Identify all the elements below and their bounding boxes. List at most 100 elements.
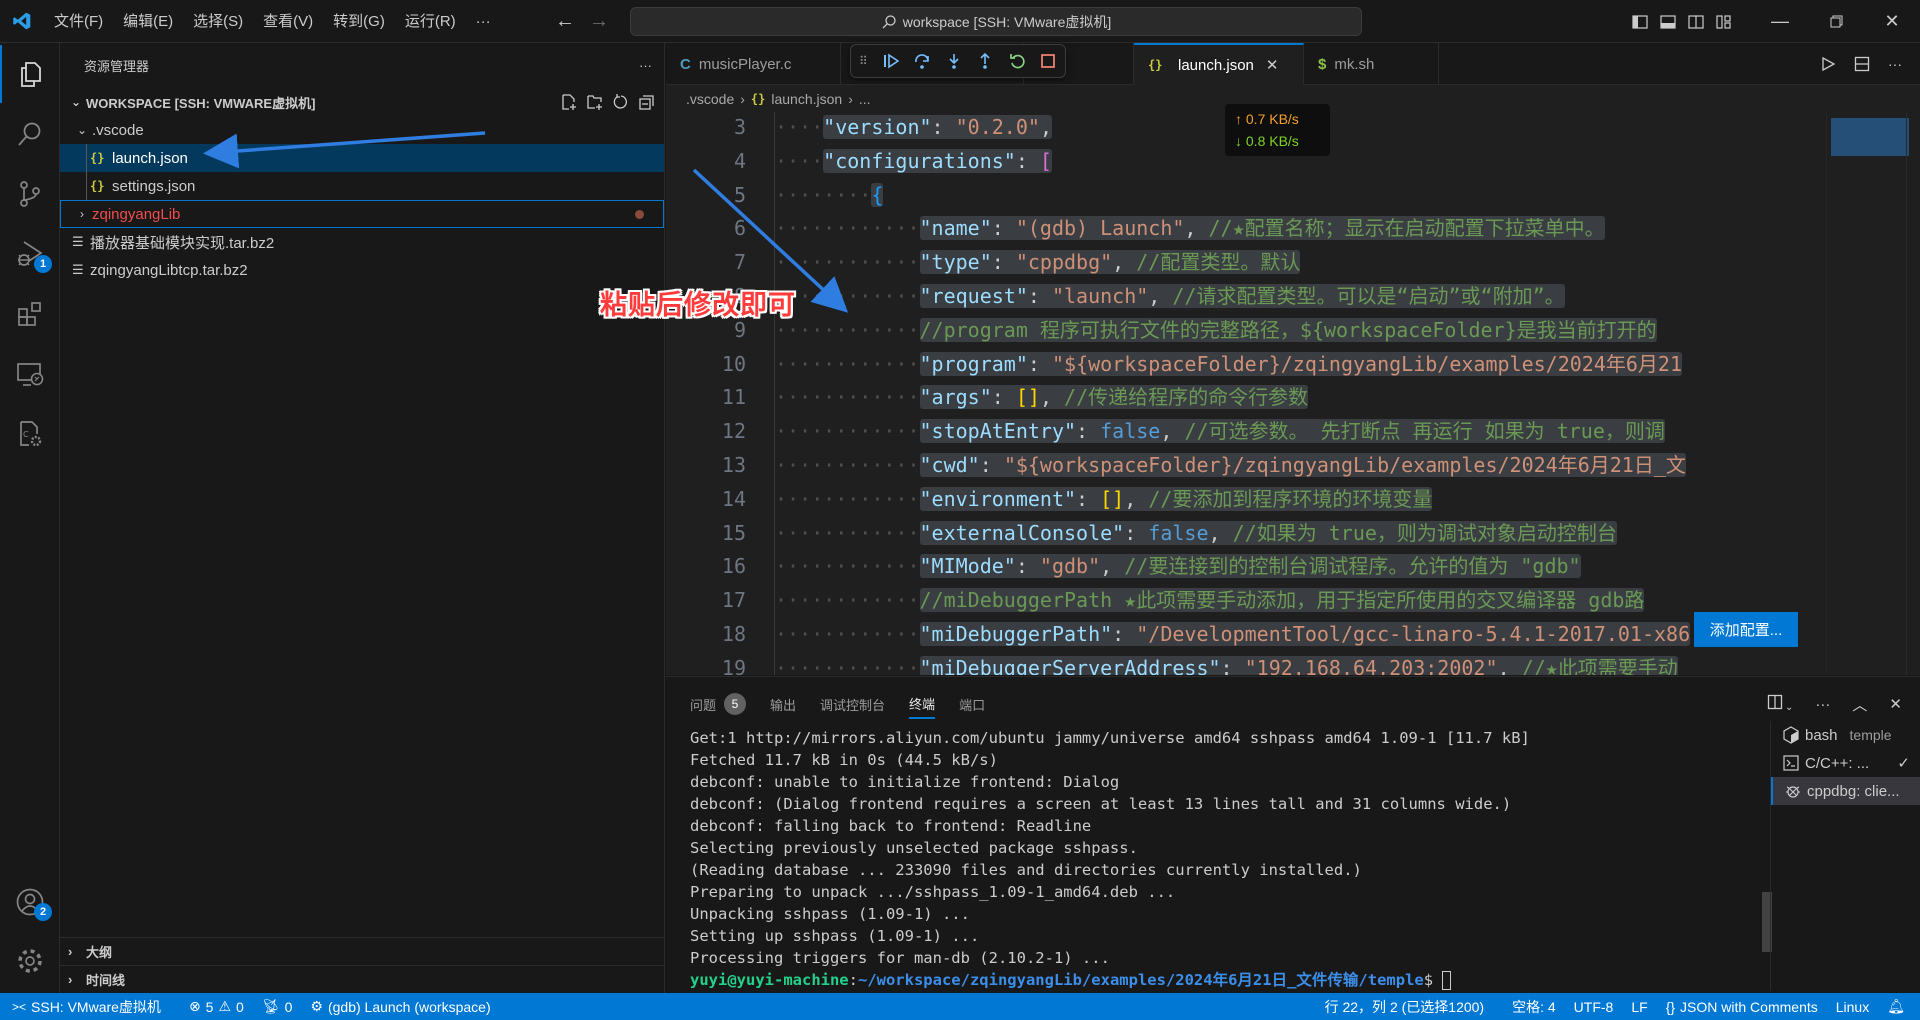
editor-scrollbar[interactable] [1906,112,1920,675]
menu-selection[interactable]: 选择(S) [183,0,253,43]
code-line[interactable]: ············"miDebuggerPath": "/Developm… [775,617,1691,651]
run-icon[interactable] [1820,56,1836,72]
breadcrumb-folder[interactable]: .vscode [686,91,734,107]
close-tab-icon[interactable]: ✕ [1266,56,1279,74]
tab-launch-json[interactable]: {} launch.json ✕ [1134,43,1304,85]
new-file-icon[interactable] [560,93,578,111]
step-into-icon[interactable] [945,52,963,70]
language-mode[interactable]: {} JSON with Comments [1657,993,1827,1020]
activity-explorer[interactable] [0,45,60,103]
terminal-prompt[interactable]: yuyi@yuyi-machine:~/workspace/zqingyangL… [690,969,1760,991]
menu-edit[interactable]: 编辑(E) [113,0,183,43]
panel-tab-debug-console[interactable]: 调试控制台 [820,689,885,719]
code-line[interactable]: ············"type": "cppdbg", //配置类型。默认 [775,245,1301,279]
tab-mk-sh[interactable]: $ mk.sh [1304,43,1439,85]
terminal-item-cppdbg[interactable]: cppdbg: clie... [1771,777,1920,805]
menu-go[interactable]: 转到(G) [323,0,395,43]
code-line[interactable]: ····"version": "0.2.0", [775,112,1052,144]
remote-indicator[interactable]: >< SSH: VMware虚拟机 [0,993,170,1020]
code-line[interactable]: ············"externalConsole": false, //… [775,516,1617,550]
maximize-panel-icon[interactable]: ︿ [1852,694,1867,715]
close-window-button[interactable]: ✕ [1864,0,1920,43]
split-editor-icon[interactable] [1854,56,1870,72]
stop-icon[interactable] [1039,52,1057,70]
restore-button[interactable] [1808,0,1864,43]
tree-file-archive[interactable]: ☰ zqingyangLibtcp.tar.bz2 [60,256,664,284]
workspace-section-header[interactable]: ⌄ WORKSPACE [SSH: VMWARE虚拟机] [60,88,664,116]
code-line[interactable]: ············"name": "(gdb) Launch", //★配… [775,211,1605,245]
customize-layout-icon[interactable] [1710,0,1738,43]
notifications-bell-icon[interactable]: 🔔︎ [1878,993,1914,1020]
code-editor[interactable]: 3 4 5 6 7 8 9 10 11 12 13 14 15 16 17 18 19 ····"version… [666,112,1920,675]
continue-icon[interactable] [882,52,900,70]
breadcrumb-file[interactable]: launch.json [771,91,842,107]
minimize-button[interactable]: — [1752,0,1808,43]
activity-manage[interactable] [0,932,60,990]
encoding[interactable]: UTF-8 [1565,993,1623,1020]
step-out-icon[interactable] [976,52,994,70]
split-terminal-icon[interactable]: ⌄ [1767,694,1793,714]
restart-icon[interactable] [1008,52,1026,70]
tree-file-launch-json[interactable]: {} launch.json [60,144,664,172]
terminal-item-cpp-task[interactable]: C/C++: ... ✓ [1771,749,1920,777]
panel-tab-ports[interactable]: 端口 [959,689,985,719]
menu-more[interactable]: ··· [466,0,501,43]
drag-handle-icon[interactable]: ⠿ [859,54,868,68]
minimap[interactable] [1826,112,1909,675]
forward-arrow-icon[interactable]: → [589,10,609,33]
code-line[interactable]: ············"program": "${workspaceFolde… [775,347,1682,381]
code-line[interactable]: ············//miDebuggerPath ★此项需要手动添加，用… [775,583,1645,617]
command-center[interactable]: workspace [SSH: VMware虚拟机] [630,7,1362,36]
code-line[interactable]: ············"MIMode": "gdb", //要连接到的控制台调… [775,549,1581,583]
code-line[interactable]: ············"stopAtEntry": false, //可选参数… [775,414,1665,448]
tree-file-settings-json[interactable]: {} settings.json [60,172,664,200]
tree-folder-zqingyanglib[interactable]: › zqingyangLib [60,200,664,228]
menu-view[interactable]: 查看(V) [253,0,323,43]
collapse-all-icon[interactable] [638,93,656,111]
step-over-icon[interactable] [913,52,931,70]
toggle-secondary-sidebar-icon[interactable] [1682,0,1710,43]
outline-section[interactable]: › 大纲 [60,937,665,965]
activity-accounts[interactable]: 2 [0,873,60,931]
code-line[interactable]: ········{ [775,178,884,212]
panel-more-button[interactable]: ··· [1815,696,1830,713]
panel-tab-problems[interactable]: 问题 5 [690,689,747,719]
activity-run-debug[interactable]: 1 [0,225,60,283]
activity-cmake[interactable]: C [0,405,60,463]
terminal-output[interactable]: Get:1 http://mirrors.aliyun.com/ubuntu j… [690,727,1760,991]
toggle-panel-icon[interactable] [1654,0,1682,43]
code-line[interactable]: ············//program 程序可执行文件的完整路径，${wor… [775,313,1657,347]
minimap-slider[interactable] [1831,118,1909,156]
code-line[interactable]: ············"miDebuggerServerAddress": "… [775,651,1678,675]
tab-musicplayer-c[interactable]: C musicPlayer.c [666,43,841,85]
os-indicator[interactable]: Linux [1827,993,1878,1020]
menu-file[interactable]: 文件(F) [44,0,113,43]
code-area[interactable]: ····"version": "0.2.0", ····"configuratio… [774,112,1819,675]
editor-more-button[interactable]: ··· [1888,56,1902,72]
code-line[interactable]: ············"environment": [], //要添加到程序环… [775,482,1433,516]
timeline-section[interactable]: › 时间线 [60,965,665,993]
menu-run[interactable]: 运行(R) [395,0,466,43]
activity-source-control[interactable] [0,165,60,223]
tree-folder-vscode[interactable]: ⌄ .vscode [60,116,664,144]
refresh-icon[interactable] [612,93,630,111]
problems-indicator[interactable]: ⊗ 5 ⚠ 0 [180,993,253,1020]
add-configuration-button[interactable]: 添加配置... [1694,612,1798,647]
code-line[interactable]: ············"request": "launch", //请求配置类… [775,279,1565,313]
back-arrow-icon[interactable]: ← [555,10,575,33]
explorer-more-button[interactable]: ··· [639,58,652,73]
panel-tab-output[interactable]: 输出 [770,689,796,719]
indentation[interactable]: 空格: 4 [1503,993,1565,1020]
toggle-primary-sidebar-icon[interactable] [1626,0,1654,43]
new-folder-icon[interactable] [586,93,604,111]
ports-indicator[interactable]: 📡︎ 0 [253,993,302,1020]
code-line[interactable]: ············"cwd": "${workspaceFolder}/z… [775,448,1686,482]
tree-file-archive[interactable]: ☰ 播放器基础模块实现.tar.bz2 [60,228,664,256]
code-line[interactable]: ············"args": [], //传递给程序的命令行参数 [775,380,1309,414]
activity-remote-explorer[interactable] [0,345,60,403]
panel-tab-terminal[interactable]: 终端 [909,689,936,719]
end-of-line[interactable]: LF [1622,993,1656,1020]
debug-launch-indicator[interactable]: ⚙︎ (gdb) Launch (workspace) [301,993,499,1020]
activity-extensions[interactable] [0,285,60,343]
code-line[interactable]: ····"configurations": [ [775,144,1052,178]
